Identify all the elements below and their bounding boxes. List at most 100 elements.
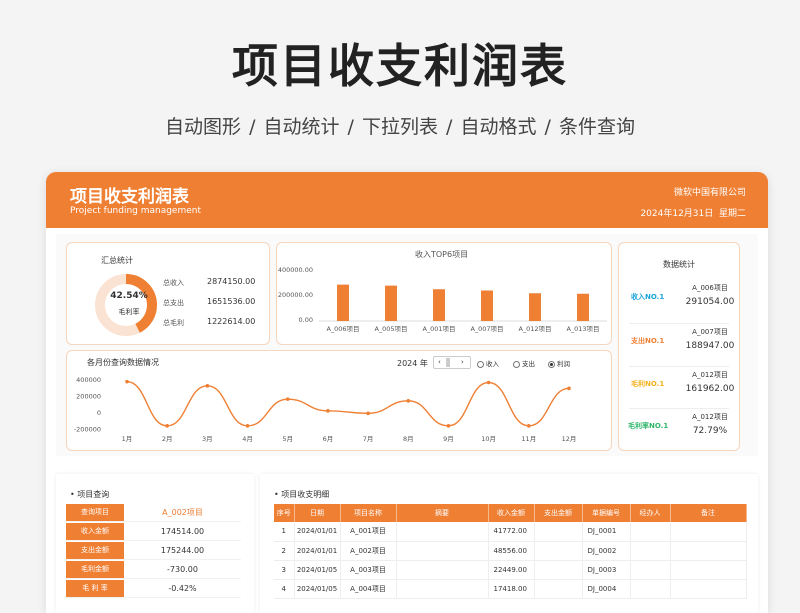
cell[interactable]: 2024/01/05 <box>294 579 341 599</box>
cell[interactable] <box>630 560 671 580</box>
cell[interactable] <box>630 522 671 542</box>
spreadsheet-preview: 项目收支利润表 Project funding management 微软中国有… <box>46 172 768 613</box>
margin-percent: 42.54% <box>110 291 148 301</box>
cell[interactable]: 22449.00 <box>488 560 535 580</box>
cell[interactable]: DJ_0002 <box>582 541 631 561</box>
query-row-expense: 支出金额 175244.00 <box>66 542 241 560</box>
total-profit-value: 1222614.00 <box>207 317 256 326</box>
date-text: 2024年12月31日 <box>640 209 714 219</box>
cell[interactable] <box>396 560 489 580</box>
cell[interactable]: DJ_0003 <box>582 560 631 580</box>
line-point <box>366 411 370 416</box>
cell[interactable]: A_002项目 <box>340 541 397 561</box>
detail-title-text: 项目收支明细 <box>281 490 330 499</box>
total-expense-label: 总支出 <box>163 299 184 307</box>
column-header: 收入金额 <box>488 504 535 522</box>
cell[interactable]: A_004项目 <box>340 579 397 599</box>
table-row[interactable]: 3 2024/01/05 A_003项目 22449.00 DJ_0003 <box>274 560 747 580</box>
dashboard: 汇总统计 42.54% 毛利率 总收入 2874150.00 总支出 16515… <box>56 234 758 456</box>
cell[interactable] <box>630 541 671 561</box>
detail-table: 序号 日期 项目名称 摘要 收入金额 支出金额 单据编号 经办人 备注 1 20 <box>274 504 747 599</box>
query-value: -0.42% <box>168 584 197 593</box>
total-profit-label: 总毛利 <box>163 319 184 327</box>
cell[interactable]: 2 <box>274 541 295 561</box>
top6-chart-card: 收入TOP6项目 400000.00 200000.00 0.00 A_006项… <box>276 242 612 345</box>
stat-label: 收入NO.1 <box>631 293 665 301</box>
detail-panel: • 项目收支明细 序号 日期 项目名称 摘要 收入金额 支出金额 单据编号 经办… <box>260 474 758 613</box>
x-tick-label: 6月 <box>323 435 334 443</box>
y-tick: 0 <box>97 409 101 417</box>
cell[interactable]: DJ_0001 <box>582 522 631 542</box>
cell[interactable] <box>534 522 583 542</box>
bottom-section: • 项目查询 查询项目 A_002项目 收入金额 174514.00 支出金额 … <box>56 474 758 613</box>
column-header: 摘要 <box>396 504 489 522</box>
cell[interactable] <box>670 522 747 542</box>
cell[interactable] <box>534 579 583 599</box>
cell[interactable]: 17418.00 <box>488 579 535 599</box>
stats-card: 数据统计 收入NO.1 A_006项目 291054.00 支出NO.1 A_0… <box>618 242 740 451</box>
y-tick: 200000.00 <box>278 291 313 299</box>
x-tick-label: A_006项目 <box>326 325 359 333</box>
cell[interactable] <box>670 579 747 599</box>
line-point <box>486 380 491 385</box>
x-tick-label: 1月 <box>122 435 133 443</box>
x-tick-label: 12月 <box>562 435 577 443</box>
bar <box>433 289 445 321</box>
stats-title: 数据统计 <box>663 260 695 269</box>
query-key: 查询项目 <box>66 504 124 521</box>
column-header: 备注 <box>670 504 747 522</box>
stat-project: A_012项目 <box>692 413 728 421</box>
x-tick-label: 3月 <box>202 435 213 443</box>
cell[interactable] <box>534 541 583 561</box>
cell[interactable]: 3 <box>274 560 295 580</box>
line-point <box>326 409 330 413</box>
table-row[interactable]: 4 2024/01/05 A_004项目 17418.00 DJ_0004 <box>274 579 747 599</box>
query-value: 175244.00 <box>160 546 205 555</box>
cell[interactable]: 4 <box>274 579 295 599</box>
stat-project: A_006项目 <box>692 284 728 292</box>
cell[interactable] <box>534 560 583 580</box>
x-tick-label: 10月 <box>481 435 496 443</box>
cell[interactable] <box>396 579 489 599</box>
cell[interactable]: 48556.00 <box>488 541 535 561</box>
bar <box>529 293 541 321</box>
hero-title: 项目收支利润表 <box>232 39 568 93</box>
cell[interactable] <box>396 522 489 542</box>
query-row-project[interactable]: 查询项目 A_002项目 <box>66 504 241 522</box>
cell[interactable]: 1 <box>274 522 295 542</box>
table-row[interactable]: 1 2024/01/01 A_001项目 41772.00 DJ_0001 <box>274 522 747 542</box>
cell[interactable]: 2024/01/01 <box>294 541 341 561</box>
top6-bar-chart: 400000.00 200000.00 0.00 A_006项目 A_005项目 A… <box>278 266 607 333</box>
profit-line <box>126 380 570 427</box>
total-income-label: 总收入 <box>163 279 184 287</box>
margin-label: 毛利率 <box>118 308 140 316</box>
x-tick-label: 8月 <box>403 435 414 443</box>
cell[interactable]: DJ_0004 <box>582 579 631 599</box>
cell[interactable]: 41772.00 <box>488 522 535 542</box>
cell[interactable] <box>670 560 747 580</box>
cell[interactable]: 2024/01/01 <box>294 522 341 542</box>
table-row[interactable]: 2 2024/01/01 A_002项目 48556.00 DJ_0002 <box>274 541 747 561</box>
cell[interactable] <box>630 579 671 599</box>
cell[interactable] <box>670 541 747 561</box>
cell[interactable] <box>396 541 489 561</box>
cell[interactable]: 2024/01/05 <box>294 560 341 580</box>
x-tick-label: 4月 <box>242 435 253 443</box>
stat-income-top: 收入NO.1 A_006项目 291054.00 <box>619 279 739 321</box>
x-tick-label: 5月 <box>282 435 293 443</box>
query-value: -730.00 <box>167 565 198 574</box>
query-row-income: 收入金额 174514.00 <box>66 523 241 541</box>
monthly-line-chart: 400000 200000 0 -200000 1月 2月 3月 4月 5月 6月 7月 8月… <box>74 376 577 443</box>
report-date: 2024年12月31日 星期二 <box>640 206 746 219</box>
query-title-text: 项目查询 <box>77 490 110 499</box>
query-key: 收入金额 <box>66 523 124 540</box>
query-title: • 项目查询 <box>70 490 110 499</box>
query-panel: • 项目查询 查询项目 A_002项目 收入金额 174514.00 支出金额 … <box>56 474 254 613</box>
project-select[interactable]: A_002项目 <box>124 504 241 521</box>
bar <box>337 284 349 321</box>
cell[interactable]: A_003项目 <box>340 560 397 580</box>
bar <box>481 290 493 321</box>
y-tick: 400000.00 <box>278 266 313 274</box>
line-point <box>527 424 531 428</box>
cell[interactable]: A_001项目 <box>340 522 397 542</box>
